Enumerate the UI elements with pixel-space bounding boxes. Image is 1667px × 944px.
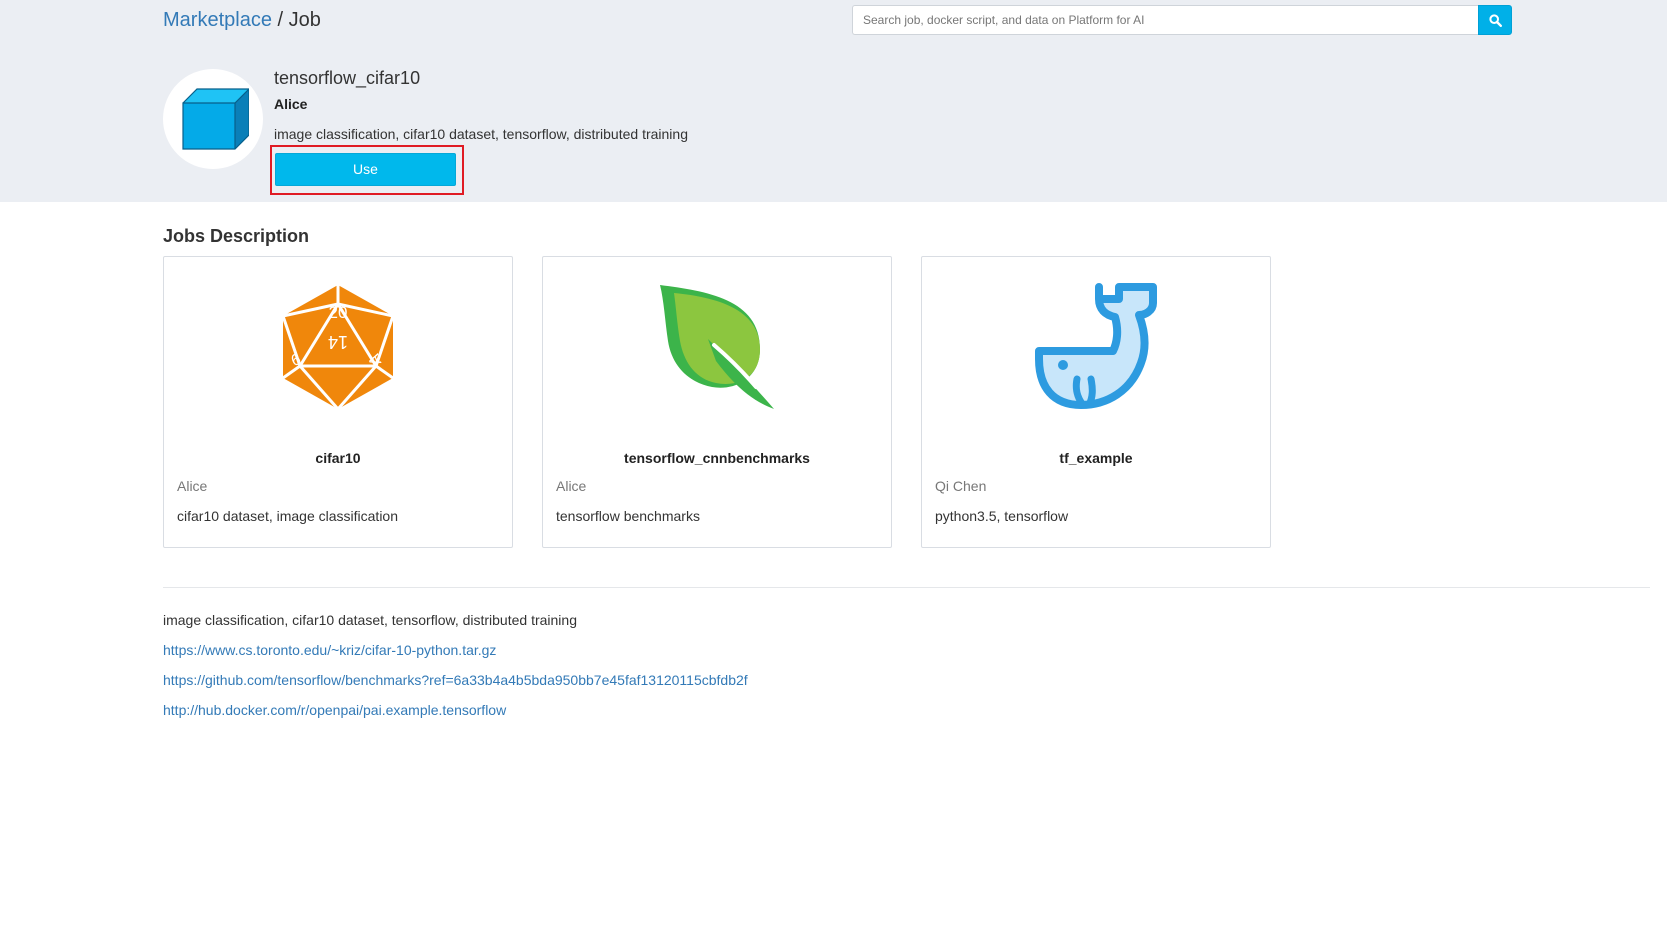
job-title: tensorflow_cifar10 bbox=[274, 68, 421, 88]
card-name: cifar10 bbox=[315, 450, 361, 466]
card-icon-container: 20 14 9 A bbox=[164, 277, 512, 417]
leaf-icon bbox=[660, 285, 774, 409]
card-name: tf_example bbox=[1059, 450, 1133, 466]
svg-text:20: 20 bbox=[329, 303, 348, 322]
job-header: Marketplace / Job tensorflow_cifar10 Ali… bbox=[0, 0, 1667, 202]
docker-image-link[interactable]: http://hub.docker.com/r/openpai/pai.exam… bbox=[163, 701, 506, 719]
search-icon bbox=[1488, 13, 1502, 27]
job-card-cifar10[interactable]: 20 14 9 A cifar10 Alice cifar10 dataset,… bbox=[163, 256, 513, 548]
breadcrumb-marketplace-link[interactable]: Marketplace bbox=[163, 9, 272, 31]
job-tags: image classification, cifar10 dataset, t… bbox=[274, 126, 688, 142]
job-author: Alice bbox=[274, 96, 308, 112]
card-description: python3.5, tensorflow bbox=[935, 508, 1069, 524]
card-author: Qi Chen bbox=[935, 478, 987, 494]
benchmarks-link[interactable]: https://github.com/tensorflow/benchmarks… bbox=[163, 671, 748, 689]
breadcrumb-separator: / bbox=[277, 9, 284, 31]
dataset-link[interactable]: https://www.cs.toronto.edu/~kriz/cifar-1… bbox=[163, 641, 496, 659]
use-button[interactable]: Use bbox=[275, 153, 456, 186]
breadcrumb-current: Job bbox=[288, 9, 321, 31]
job-card-tensorflow-cnnbenchmarks[interactable]: tensorflow_cnnbenchmarks Alice tensorflo… bbox=[542, 256, 892, 548]
breadcrumb: Marketplace / Job bbox=[163, 8, 321, 32]
docker-whale-icon bbox=[1035, 283, 1157, 409]
card-icon-container bbox=[543, 277, 891, 417]
cube-icon bbox=[182, 88, 249, 150]
card-author: Alice bbox=[177, 478, 208, 494]
card-description: cifar10 dataset, image classification bbox=[177, 508, 398, 524]
job-avatar bbox=[163, 69, 263, 169]
jobs-description-title: Jobs Description bbox=[163, 226, 310, 246]
card-name: tensorflow_cnnbenchmarks bbox=[624, 450, 810, 466]
search-bar bbox=[852, 5, 1512, 35]
d20-dice-icon: 20 14 9 A bbox=[281, 285, 395, 410]
card-description: tensorflow benchmarks bbox=[556, 508, 700, 524]
card-icon-container bbox=[922, 277, 1270, 417]
job-description-text: image classification, cifar10 dataset, t… bbox=[163, 612, 577, 628]
search-button[interactable] bbox=[1478, 5, 1512, 35]
search-input[interactable] bbox=[852, 5, 1478, 35]
section-divider bbox=[163, 587, 1650, 588]
svg-text:14: 14 bbox=[328, 332, 348, 352]
card-author: Alice bbox=[556, 478, 587, 494]
job-card-tf-example[interactable]: tf_example Qi Chen python3.5, tensorflow bbox=[921, 256, 1271, 548]
